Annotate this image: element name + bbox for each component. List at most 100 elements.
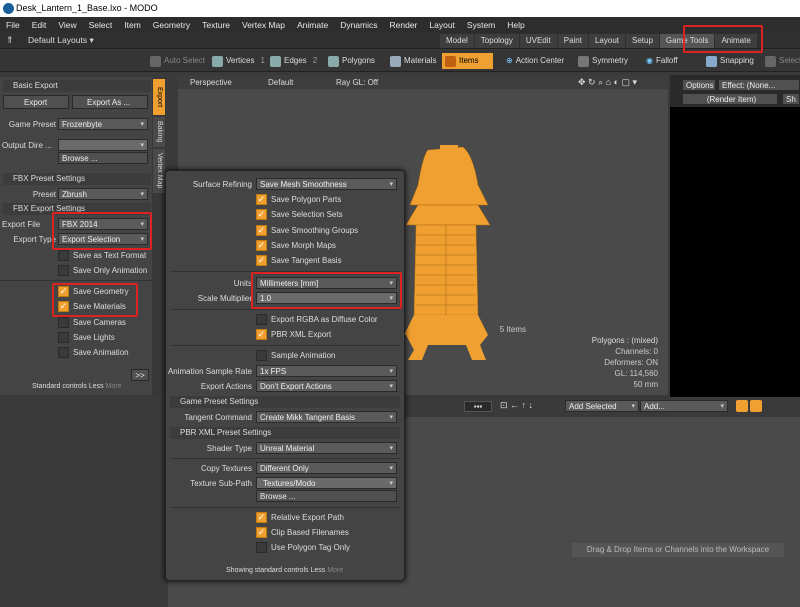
left-lower-area <box>0 395 168 607</box>
save-anim-only-checkbox[interactable]: Save Only Animation <box>58 265 147 276</box>
surface-refining-dropdown[interactable]: Save Mesh Smoothness <box>256 178 397 191</box>
checkbox-box <box>58 332 69 343</box>
falloff-button[interactable]: ◉ Falloff <box>646 53 678 69</box>
expand-button[interactable]: >> <box>131 369 149 381</box>
key-icon[interactable] <box>736 400 748 412</box>
check-icon: ✓ <box>256 527 267 538</box>
items-button[interactable]: Items <box>442 53 493 69</box>
export-as-button[interactable]: Export As ... <box>72 95 148 109</box>
add-selected-button[interactable]: Add Selected <box>565 400 639 413</box>
polygons-label: Polygons <box>342 56 375 65</box>
add-dropdown[interactable]: Add... <box>640 400 728 413</box>
output-dir-field[interactable] <box>58 139 148 152</box>
fbx-preset-header[interactable]: FBX Preset Settings <box>3 173 151 185</box>
texture-browse-button[interactable]: Browse ... <box>256 490 397 502</box>
menu-render[interactable]: Render <box>384 20 424 30</box>
tab-setup[interactable]: Setup <box>626 34 659 48</box>
save-tangent-basis-checkbox[interactable]: ✓ Save Tangent Basis <box>256 255 342 266</box>
options-button[interactable]: Options <box>682 79 716 91</box>
anim-rate-dropdown[interactable]: 1x FPS <box>256 365 397 378</box>
menu-layout[interactable]: Layout <box>423 20 461 30</box>
nav-arrows-icon[interactable]: ⊡ ← ↑ ↓ <box>500 400 533 411</box>
vtab-vertex-map[interactable]: Vertex Map <box>153 149 165 193</box>
menu-edit[interactable]: Edit <box>26 20 53 30</box>
menu-item[interactable]: Item <box>118 20 147 30</box>
pbr-xml-preset-header[interactable]: PBR XML Preset Settings <box>170 427 400 439</box>
save-text-checkbox[interactable]: Save as Text Format <box>58 250 146 261</box>
auto-select-button[interactable]: Auto Select <box>150 53 205 69</box>
vtab-export[interactable]: Export <box>153 79 165 115</box>
save-polygon-parts-checkbox[interactable]: ✓ Save Polygon Parts <box>256 194 341 205</box>
render-item-button[interactable]: (Render Item) <box>682 93 778 105</box>
save-lights-checkbox[interactable]: Save Lights <box>58 332 115 343</box>
less-link[interactable]: Less <box>89 383 104 390</box>
collapse-icon[interactable]: ⇑ <box>6 35 14 46</box>
perspective-button[interactable]: Perspective <box>190 78 232 87</box>
vertices-button[interactable]: Vertices 1 <box>212 53 265 69</box>
viewport-nav-icons[interactable]: ✥ ↻ ⌕ ⌂ ◐ ▢ ▾ <box>578 77 637 88</box>
menu-dynamics[interactable]: Dynamics <box>334 20 383 30</box>
menu-select[interactable]: Select <box>83 20 119 30</box>
menu-system[interactable]: System <box>461 20 501 30</box>
tab-topology[interactable]: Topology <box>474 34 519 48</box>
browse-button[interactable]: Browse ... <box>58 152 148 164</box>
menu-file[interactable]: File <box>0 20 26 30</box>
vtab-baking[interactable]: Baking <box>153 117 165 147</box>
menu-geometry[interactable]: Geometry <box>147 20 196 30</box>
menu-vertex-map[interactable]: Vertex Map <box>236 20 291 30</box>
save-cameras-checkbox[interactable]: Save Cameras <box>58 317 126 328</box>
checkbox-box <box>256 314 267 325</box>
tangent-command-dropdown[interactable]: Create Mikk Tangent Basis <box>256 411 397 424</box>
tab-paint[interactable]: Paint <box>557 34 588 48</box>
snapping-button[interactable]: Snapping <box>706 53 754 69</box>
basic-export-header[interactable]: Basic Export <box>3 80 151 92</box>
clip-based-filenames-checkbox[interactable]: ✓ Clip Based Filenames <box>256 527 349 538</box>
materials-button[interactable]: Materials <box>390 53 436 69</box>
main-toolbar: Auto Select Vertices 1 Edges 2 Polygons Ma… <box>0 50 800 72</box>
game-preset-settings-header[interactable]: Game Preset Settings <box>170 396 400 408</box>
relative-export-path-checkbox[interactable]: ✓ Relative Export Path <box>256 512 344 523</box>
record-icon[interactable] <box>750 400 762 412</box>
popup-footer: Showing standard controls Less More <box>226 567 343 574</box>
edges-button[interactable]: Edges 2 <box>270 53 317 69</box>
menu-view[interactable]: View <box>52 20 82 30</box>
tab-uvedit[interactable]: UVEdit <box>519 34 557 48</box>
output-dir-label: Output Dire ... <box>2 141 52 150</box>
ray-gl-button[interactable]: Ray GL: Off <box>336 78 378 87</box>
grid-icon[interactable]: ▪▪▪ <box>464 401 492 412</box>
popup-more-link[interactable]: More <box>327 567 343 574</box>
copy-textures-dropdown[interactable]: Different Only <box>256 462 397 475</box>
texture-sub-path-field[interactable]: Textures/Modo <box>256 477 397 490</box>
save-smoothing-groups-checkbox[interactable]: ✓ Save Smoothing Groups <box>256 225 358 236</box>
more-link[interactable]: More <box>106 383 122 390</box>
default-button[interactable]: Default <box>268 78 293 87</box>
polygons-button[interactable]: Polygons <box>328 53 375 69</box>
sample-animation-checkbox[interactable]: Sample Animation <box>256 350 335 361</box>
export-button[interactable]: Export <box>3 95 69 109</box>
use-polygon-tag-checkbox[interactable]: Use Polygon Tag Only <box>256 542 350 553</box>
tab-layout[interactable]: Layout <box>588 34 625 48</box>
check-icon: ✓ <box>256 209 267 220</box>
pbr-xml-export-checkbox[interactable]: ✓ PBR XML Export <box>256 329 331 340</box>
game-preset-dropdown[interactable]: Frozenbyte <box>58 118 148 131</box>
export-rgba-checkbox[interactable]: Export RGBA as Diffuse Color <box>256 314 378 325</box>
save-morph-maps-checkbox[interactable]: ✓ Save Morph Maps <box>256 240 336 251</box>
tab-model[interactable]: Model <box>440 34 474 48</box>
checkbox-box <box>58 347 69 358</box>
action-center-button[interactable]: ⊕ Action Center <box>506 53 564 69</box>
layout-selector[interactable]: Default Layouts ▾ <box>28 35 94 46</box>
effect-dropdown[interactable]: Effect: (None... <box>718 79 800 91</box>
popup-less-link[interactable]: Less <box>310 567 325 574</box>
shader-type-dropdown[interactable]: Unreal Material <box>256 442 397 455</box>
preset-dropdown[interactable]: Zbrush <box>58 188 148 201</box>
menu-texture[interactable]: Texture <box>196 20 236 30</box>
menu-help[interactable]: Help <box>501 20 530 30</box>
export-actions-dropdown[interactable]: Don't Export Actions <box>256 380 397 393</box>
menu-animate[interactable]: Animate <box>291 20 334 30</box>
save-selection-sets-checkbox[interactable]: ✓ Save Selection Sets <box>256 209 343 220</box>
select-button[interactable]: Select <box>765 53 800 69</box>
checkbox-box <box>256 542 267 553</box>
save-animation-checkbox[interactable]: Save Animation <box>58 347 129 358</box>
shader-button[interactable]: Sh <box>782 93 800 105</box>
symmetry-button[interactable]: Symmetry <box>578 53 628 69</box>
